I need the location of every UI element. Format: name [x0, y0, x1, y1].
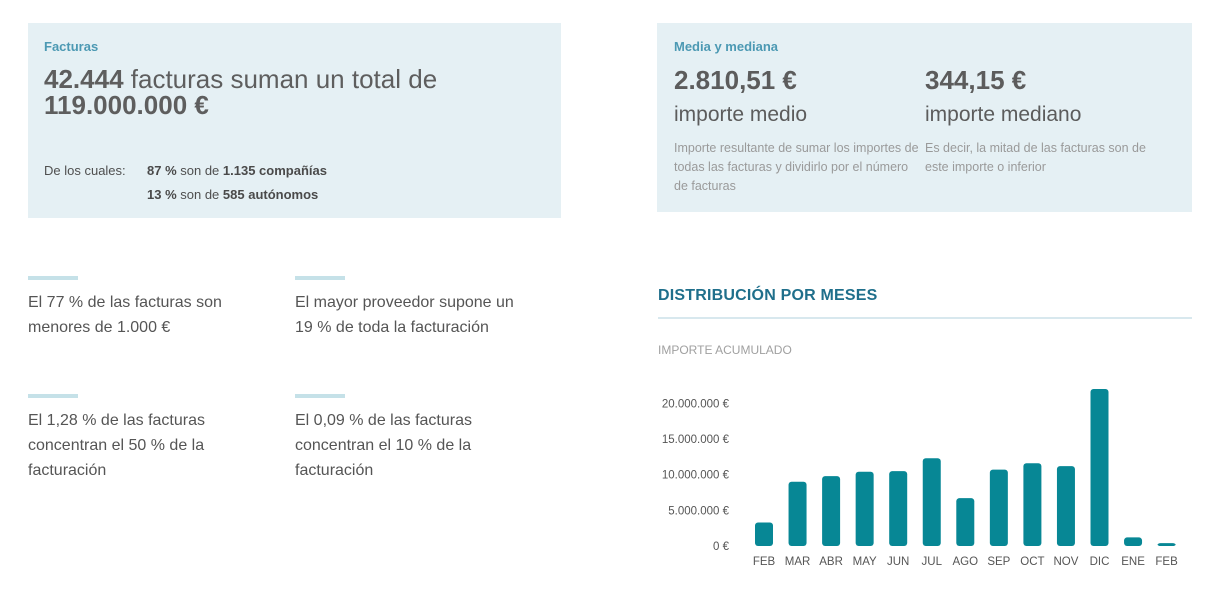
median-stat: 344,15 € importe mediano Es decir, la mi… — [925, 63, 1170, 177]
stats-card: Media y mediana 2.810,51 € importe medio… — [657, 23, 1192, 212]
y-tick-label: 20.000.000 € — [662, 398, 730, 410]
x-category-label: SEP — [987, 556, 1010, 568]
x-category-label: FEB — [1155, 556, 1178, 568]
companies-mid: son de — [176, 163, 223, 178]
breakdown-freelancers: 13 % son de 585 autónomos — [147, 187, 318, 202]
companies-pct: 87 % — [147, 163, 177, 178]
bar-dic — [1090, 389, 1109, 546]
mean-description: Importe resultante de sumar los importes… — [674, 141, 919, 193]
bar-sep — [989, 469, 1008, 546]
breakdown-prefix: De los cuales: — [44, 163, 126, 178]
bar-may — [855, 471, 874, 546]
median-value: 344,15 € — [925, 65, 1027, 95]
fact-item: El 1,28 % de las facturas concentran el … — [28, 394, 268, 483]
chart-y-label: IMPORTE ACUMULADO — [658, 343, 792, 357]
bar-oct — [1023, 463, 1042, 546]
invoices-headline: 42.444 facturas suman un total de 119.00… — [44, 66, 545, 118]
x-category-label: JUL — [922, 556, 943, 568]
fact-accent-bar — [28, 276, 78, 280]
x-category-label: FEB — [753, 556, 776, 568]
fact-accent-bar — [295, 276, 345, 280]
x-category-label: NOV — [1053, 556, 1078, 568]
bar-ene — [1124, 537, 1143, 546]
invoices-label: Facturas — [44, 39, 99, 54]
invoices-card: Facturas 42.444 facturas suman un total … — [28, 23, 561, 218]
fact-text: El 77 % de las facturas son menores de 1… — [28, 294, 222, 336]
x-category-label: MAY — [853, 556, 877, 568]
fact-item: El 77 % de las facturas son menores de 1… — [28, 276, 268, 340]
companies-count: 1.135 compañías — [222, 163, 327, 178]
invoice-total: 119.000.000 € — [44, 90, 209, 120]
freelancers-pct: 13 % — [147, 187, 177, 202]
stats-label: Media y mediana — [674, 39, 779, 54]
bar-feb — [755, 522, 773, 546]
bar-feb — [1157, 543, 1176, 546]
fact-accent-bar — [295, 394, 345, 398]
fact-item: El 0,09 % de las facturas concentran el … — [295, 394, 535, 483]
fact-item: El mayor proveedor supone un 19 % de tod… — [295, 276, 535, 340]
median-caption: importe mediano — [925, 103, 1082, 126]
fact-accent-bar — [28, 394, 78, 398]
y-tick-label: 15.000.000 € — [662, 434, 730, 446]
y-tick-label: 10.000.000 € — [662, 470, 730, 482]
x-category-label: AGO — [953, 556, 979, 568]
freelancers-count: 585 autónomos — [222, 187, 319, 202]
freelancers-mid: son de — [176, 187, 223, 202]
y-tick-label: 0 € — [713, 541, 730, 553]
bar-mar — [788, 481, 807, 546]
chart-title: DISTRIBUCIÓN POR MESES — [658, 287, 878, 304]
mean-value: 2.810,51 € — [674, 65, 797, 95]
median-description: Es decir, la mitad de las facturas son d… — [925, 141, 1146, 174]
bar-jun — [889, 471, 908, 546]
bar-ago — [956, 498, 975, 546]
bar-jul — [922, 458, 941, 546]
chart-title-divider — [658, 317, 1192, 319]
fact-text: El 1,28 % de las facturas concentran el … — [28, 412, 205, 479]
x-category-label: DIC — [1090, 556, 1110, 568]
breakdown-companies: 87 % son de 1.135 compañías — [147, 163, 327, 178]
x-category-label: ENE — [1121, 556, 1145, 568]
fact-text: El 0,09 % de las facturas concentran el … — [295, 412, 472, 479]
bar-abr — [822, 476, 841, 546]
y-tick-label: 5.000.000 € — [668, 505, 729, 517]
x-category-label: OCT — [1020, 556, 1044, 568]
bar-nov — [1056, 466, 1075, 546]
mean-stat: 2.810,51 € importe medio Importe resulta… — [674, 63, 919, 196]
x-category-label: ABR — [819, 556, 843, 568]
mean-caption: importe medio — [674, 103, 808, 126]
monthly-distribution-chart: 0 € 5.000.000 € 10.000.000 € 15.000.000 € 20… — [662, 389, 1178, 568]
x-category-label: JUN — [887, 556, 909, 568]
fact-text: El mayor proveedor supone un 19 % de tod… — [295, 294, 514, 336]
x-category-label: MAR — [785, 556, 811, 568]
